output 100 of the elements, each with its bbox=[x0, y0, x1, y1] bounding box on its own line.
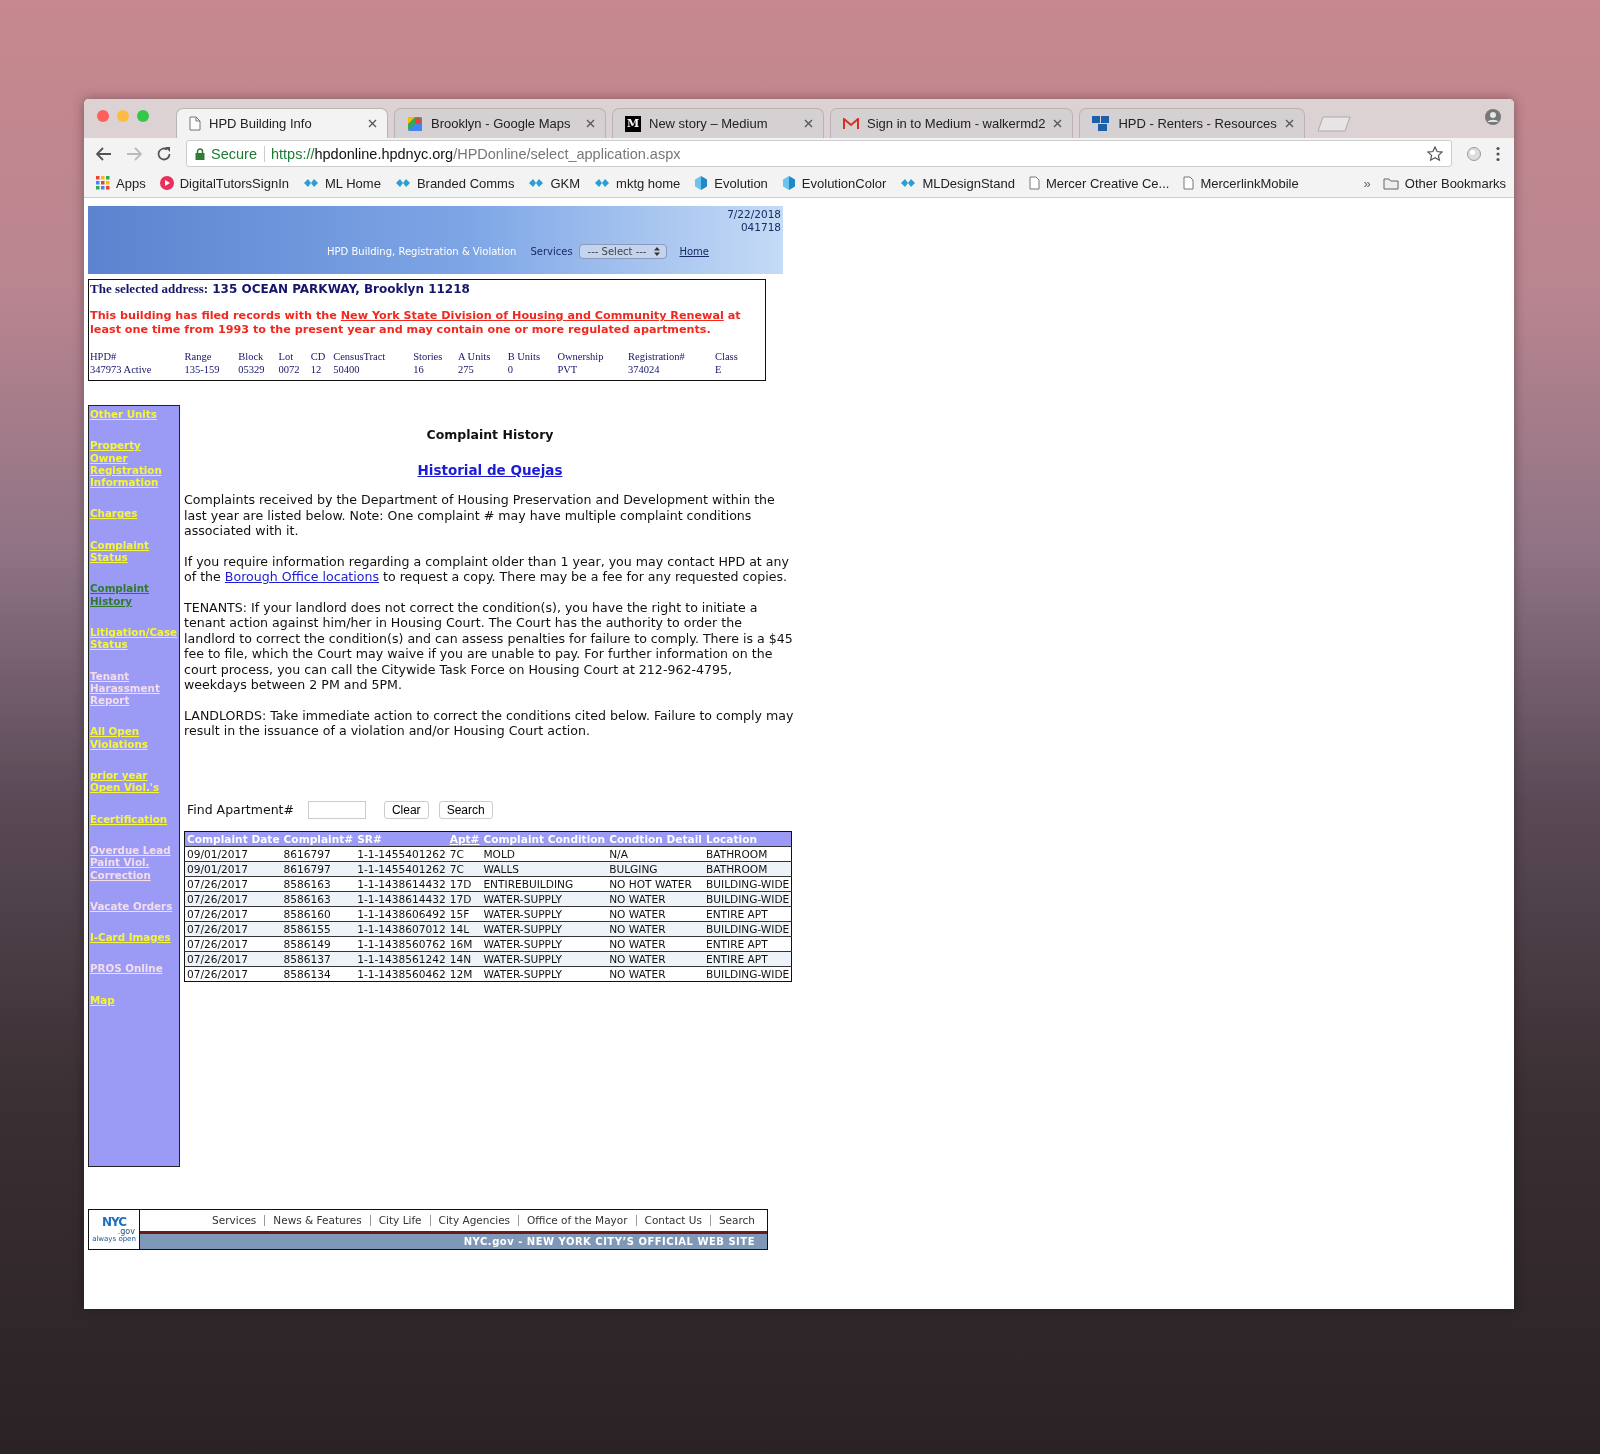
browser-tab[interactable]: M New story – Medium bbox=[612, 108, 824, 138]
column-header: Complaint Date bbox=[184, 831, 282, 846]
footer-link[interactable]: Contact Us bbox=[635, 1215, 710, 1226]
secure-label: Secure bbox=[211, 145, 265, 162]
info-value: 275 bbox=[457, 363, 508, 376]
table-cell: 14N bbox=[447, 951, 482, 966]
apps-grid-icon bbox=[96, 176, 110, 190]
footer-link[interactable]: Office of the Mayor bbox=[518, 1215, 636, 1226]
updown-icon bbox=[654, 247, 661, 256]
date-text: 7/22/2018 bbox=[726, 208, 781, 221]
bookmark-item[interactable]: ML Home bbox=[303, 175, 381, 191]
close-icon[interactable] bbox=[368, 119, 377, 128]
table-cell: 8616797 bbox=[281, 861, 356, 876]
info-label: Lot bbox=[278, 350, 311, 363]
site-title: HPD Building, Registration & Violation bbox=[327, 246, 517, 257]
table-cell: ENTIRE APT bbox=[704, 951, 792, 966]
column-header: Complaint Condition bbox=[481, 831, 608, 846]
logo-text: .gov bbox=[117, 1228, 135, 1236]
logo-text: NYC bbox=[101, 1216, 127, 1228]
apartment-field[interactable] bbox=[307, 800, 366, 819]
info-value: 0072 bbox=[278, 363, 311, 376]
info-value: 50400 bbox=[333, 363, 361, 376]
bookmark-item[interactable]: MLDesignStand bbox=[900, 175, 1015, 191]
page-icon bbox=[189, 116, 201, 131]
column-header: SR# bbox=[355, 831, 448, 846]
spanish-link[interactable]: Historial de Quejas bbox=[417, 462, 563, 478]
paragraph-text: LANDLORDS: Take immediate action to correct the conditions cited below. Failure to comply may result in the issuance of a violation and/or Housing Court action. bbox=[184, 707, 795, 739]
footer-link[interactable]: Services bbox=[204, 1215, 265, 1226]
table-cell: BUILDING-WIDE bbox=[704, 966, 792, 981]
menu-icon[interactable] bbox=[1496, 145, 1500, 162]
folder-icon bbox=[1382, 176, 1399, 190]
close-icon[interactable] bbox=[1053, 119, 1063, 128]
footer-link[interactable]: News & Features bbox=[264, 1215, 370, 1226]
table-cell: 07/26/2017 bbox=[184, 891, 282, 906]
url-text: https://hpdonline.hpdnyc.org/HPDonline/select_application.aspx bbox=[270, 145, 681, 162]
info-label: HPD# bbox=[90, 350, 185, 363]
info-label: Registration# bbox=[628, 350, 715, 363]
bookmark-item[interactable]: MercerlinkMobile bbox=[1183, 175, 1299, 191]
form-button[interactable]: Clear bbox=[383, 800, 429, 819]
form-button[interactable]: Search bbox=[438, 800, 493, 819]
bookmark-item[interactable]: GKM bbox=[528, 175, 581, 191]
table-cell: 1-1-1438607012 bbox=[355, 921, 448, 936]
info-label: A Units bbox=[457, 350, 508, 363]
office-link[interactable]: Borough Office locations bbox=[224, 569, 380, 584]
reload-icon[interactable] bbox=[156, 145, 172, 162]
table-cell: BUILDING-WIDE bbox=[704, 921, 792, 936]
table-cell: NO WATER bbox=[607, 951, 704, 966]
notice-text: This building has filed records with the New York State Division of Housing and Community Renewal at least one time from 1993 to the present year and may contain one or more regulated apartments. bbox=[90, 309, 742, 336]
column-header: Condtion Detail bbox=[607, 831, 704, 846]
star-icon[interactable] bbox=[1427, 145, 1443, 162]
bookmark-item[interactable]: Branded Comms bbox=[394, 175, 515, 191]
table-cell: WATER-SUPPLY bbox=[481, 891, 608, 906]
bookmark-item[interactable]: mktg home bbox=[594, 175, 681, 191]
paragraph-text: Complaints received by the Department of Housing Preservation and Development within the last year are listed below. Note: One complaint # may have multiple complaint conditions associated with it. bbox=[184, 492, 776, 539]
close-icon[interactable] bbox=[1284, 119, 1294, 128]
footer-link[interactable]: City Agencies bbox=[429, 1215, 519, 1226]
browser-tab[interactable]: HPD Building Info bbox=[176, 108, 388, 138]
table-cell: BULGING bbox=[607, 861, 704, 876]
back-icon[interactable] bbox=[96, 146, 112, 161]
page-icon bbox=[1183, 176, 1195, 190]
address-label: The selected address: bbox=[90, 281, 209, 297]
info-label: B Units bbox=[507, 350, 558, 363]
bookmark-item[interactable]: EvolutionColor bbox=[781, 175, 887, 191]
address-value: 135 OCEAN PARKWAY, Brooklyn 11218 bbox=[212, 282, 470, 296]
table-cell: 14L bbox=[447, 921, 482, 936]
services-label: Services bbox=[530, 246, 573, 257]
footer-link[interactable]: City Life bbox=[369, 1215, 430, 1226]
bookmark-item[interactable]: Evolution bbox=[694, 175, 768, 191]
more-bookmarks-button[interactable]: » bbox=[1363, 175, 1371, 191]
bookmark-folder[interactable]: Other Bookmarks bbox=[1382, 175, 1506, 191]
bookmark-item[interactable]: Mercer Creative Ce... bbox=[1028, 175, 1170, 191]
browser-tab[interactable]: HPD - Renters - Resources bbox=[1079, 108, 1305, 138]
table-cell: WATER-SUPPLY bbox=[481, 966, 608, 981]
table-cell: 07/26/2017 bbox=[184, 966, 282, 981]
bookmark-item[interactable]: Apps bbox=[96, 175, 146, 191]
browser-tab[interactable]: Brooklyn - Google Maps bbox=[394, 108, 606, 138]
paragraph-text: If you require information regarding a complaint older than 1 year, you may contact HPD at any of the Borough Office locations to request a copy. There may be a fee for any requested copies. bbox=[184, 553, 790, 585]
extension-icon[interactable] bbox=[1466, 145, 1482, 162]
play-circle-icon bbox=[159, 176, 174, 190]
close-icon[interactable] bbox=[804, 119, 813, 128]
table-cell: 07/26/2017 bbox=[184, 921, 282, 936]
footer-link[interactable]: Search bbox=[709, 1215, 755, 1226]
paragraph-text: TENANTS: If your landlord does not correct the condition(s), you have the right to initiate a tenant action against him/her in Housing Court. The Court has the authority to order the landlord to correct the condition(s) and can assess penalties for failure to comply. There is a $45 fee to file, which the Court may waive if you are unable to pay. For further information on the court process, you can call the Citywide Task Force on Housing Court at 212-962-4795, weekdays between 2 PM and 5PM. bbox=[184, 599, 794, 693]
close-icon[interactable] bbox=[586, 119, 595, 128]
address-bar[interactable]: Secure https://hpdonline.hpdnyc.org/HPDonline/select_application.aspx bbox=[186, 140, 1452, 167]
field-label: Find Apartment# bbox=[187, 802, 294, 817]
info-value: 347973 Active bbox=[90, 363, 153, 376]
home-link[interactable]: Home bbox=[679, 246, 709, 257]
info-label: CensusTract bbox=[333, 350, 414, 363]
profile-icon[interactable] bbox=[1484, 107, 1502, 126]
browser-tab[interactable]: Sign in to Medium - walkermd2 bbox=[830, 108, 1074, 138]
dhcr-link[interactable]: New York State Division of Housing and Community Renewal bbox=[340, 309, 724, 322]
info-value: 05329 bbox=[238, 363, 279, 376]
lock-icon bbox=[195, 147, 205, 160]
table-cell: 12M bbox=[447, 966, 482, 981]
table-cell: WATER-SUPPLY bbox=[481, 951, 608, 966]
bookmark-item[interactable]: DigitalTutorsSignIn bbox=[159, 175, 289, 191]
info-value: PVT bbox=[557, 363, 629, 376]
services-select[interactable]: --- Select --- bbox=[578, 244, 668, 259]
table-cell: BUILDING-WIDE bbox=[704, 891, 792, 906]
